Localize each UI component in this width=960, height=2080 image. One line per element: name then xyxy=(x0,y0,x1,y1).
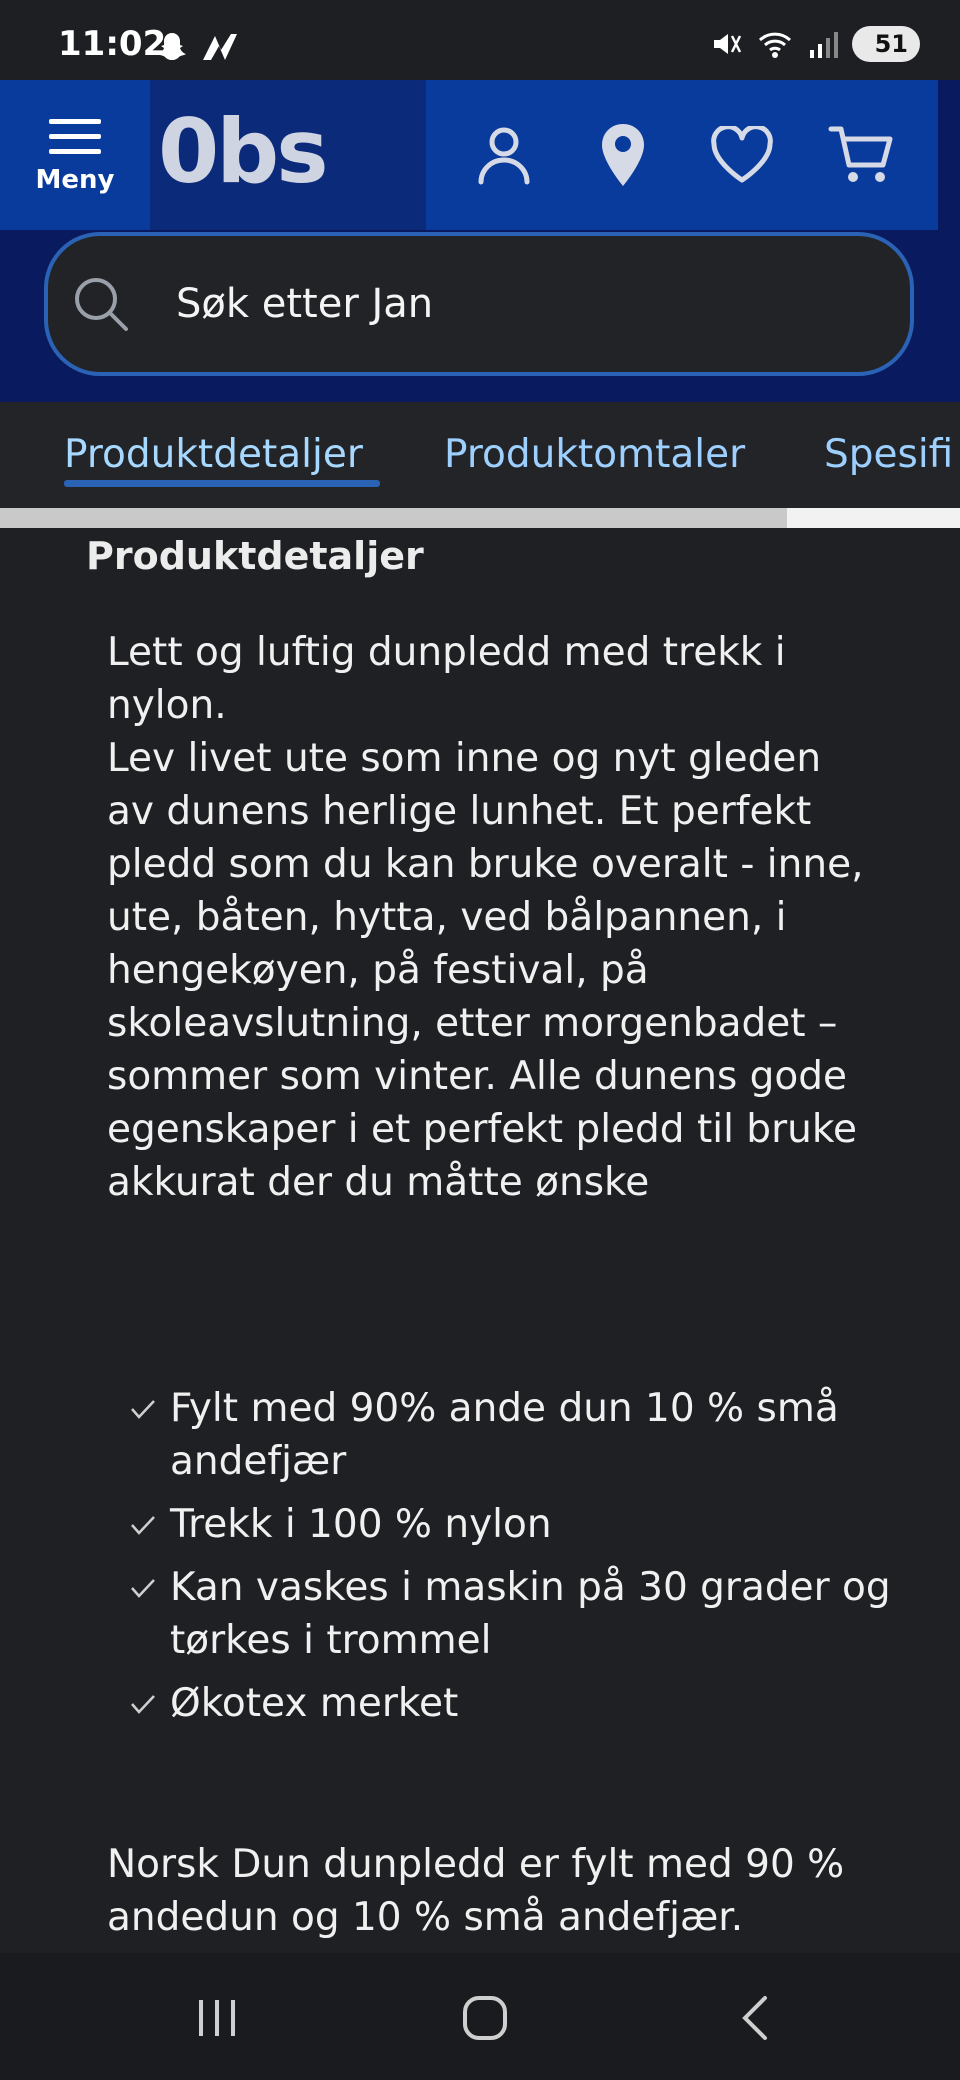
product-tabs: Produktdetaljer Produktomtaler Spesifi xyxy=(0,402,960,508)
notification-icons xyxy=(155,30,239,64)
account-button[interactable] xyxy=(459,110,549,200)
feature-text: Fylt med 90% ande dun 10 % små andefjær xyxy=(170,1386,839,1484)
recent-apps-button[interactable] xyxy=(182,1983,252,2053)
product-summary-text: Norsk Dun dunpledd er fylt med 90 % ande… xyxy=(107,1842,845,1940)
search-placeholder: Søk etter Jan xyxy=(176,281,434,327)
tab-produktdetaljer[interactable]: Produktdetaljer xyxy=(64,432,363,477)
user-icon xyxy=(478,127,529,185)
scroll-progress-fill xyxy=(0,508,788,528)
heart-icon xyxy=(710,126,773,183)
favorites-button[interactable] xyxy=(697,110,787,200)
tab-produktomtaler[interactable]: Produktomtaler xyxy=(444,432,745,477)
search-bar-container: Søk etter Jan xyxy=(0,230,960,402)
scroll-progress-bar xyxy=(0,508,960,528)
status-time: 11:02 xyxy=(58,24,167,64)
search-icon xyxy=(75,278,128,331)
snapchat-icon xyxy=(158,33,186,60)
cart-button[interactable] xyxy=(816,110,906,200)
tab-spesifikasjoner[interactable]: Spesifi xyxy=(824,432,953,477)
cart-icon xyxy=(828,126,892,182)
recent-apps-icon xyxy=(199,2000,235,2036)
menu-button[interactable]: Meny xyxy=(0,80,150,230)
hamburger-icon xyxy=(49,119,101,154)
list-item: Fylt med 90% ande dun 10 % små andefjær xyxy=(130,1382,900,1488)
location-pin-icon xyxy=(601,124,644,186)
battery-level: 51 xyxy=(874,30,908,58)
menu-label: Meny xyxy=(35,165,115,195)
home-button[interactable] xyxy=(450,1983,520,2053)
check-icon xyxy=(131,1516,155,1535)
section-title: Produktdetaljer xyxy=(86,534,424,578)
mute-icon xyxy=(714,34,742,54)
feature-text: Trekk i 100 % nylon xyxy=(170,1502,552,1547)
check-icon xyxy=(131,1400,155,1419)
check-icon xyxy=(131,1579,155,1598)
feature-text: Økotex merket xyxy=(170,1681,459,1726)
battery-indicator: 51 xyxy=(852,26,920,62)
active-tab-indicator xyxy=(64,480,380,487)
search-input[interactable]: Søk etter Jan xyxy=(44,232,914,376)
site-header: Meny 0bs xyxy=(0,80,960,230)
header-actions xyxy=(426,80,938,230)
wave-icon xyxy=(203,34,237,60)
system-icons: 51 xyxy=(710,26,920,62)
signal-icon xyxy=(810,32,838,58)
wifi-icon xyxy=(758,32,792,58)
product-description: Lett og luftig dunpledd med trekk i nylo… xyxy=(107,630,864,1205)
obs-logo[interactable]: 0bs xyxy=(150,80,426,230)
logo-text: 0bs xyxy=(158,100,329,203)
back-icon xyxy=(742,1996,767,2040)
feature-text: Kan vaskes i maskin på 30 grader og tørk… xyxy=(170,1565,891,1663)
home-icon xyxy=(463,1996,507,2040)
status-bar: 11:02 51 xyxy=(0,0,960,80)
list-item: Kan vaskes i maskin på 30 grader og tørk… xyxy=(130,1561,900,1667)
back-button[interactable] xyxy=(720,1983,790,2053)
product-details-section: Produktdetaljer Lett og luftig dunpledd … xyxy=(0,528,960,1953)
list-item: Økotex merket xyxy=(130,1677,900,1730)
check-icon xyxy=(131,1695,155,1714)
store-locator-button[interactable] xyxy=(578,110,668,200)
feature-list: Fylt med 90% ande dun 10 % små andefjær … xyxy=(130,1382,900,1740)
system-navigation-bar xyxy=(0,1953,960,2080)
list-item: Trekk i 100 % nylon xyxy=(130,1498,900,1551)
